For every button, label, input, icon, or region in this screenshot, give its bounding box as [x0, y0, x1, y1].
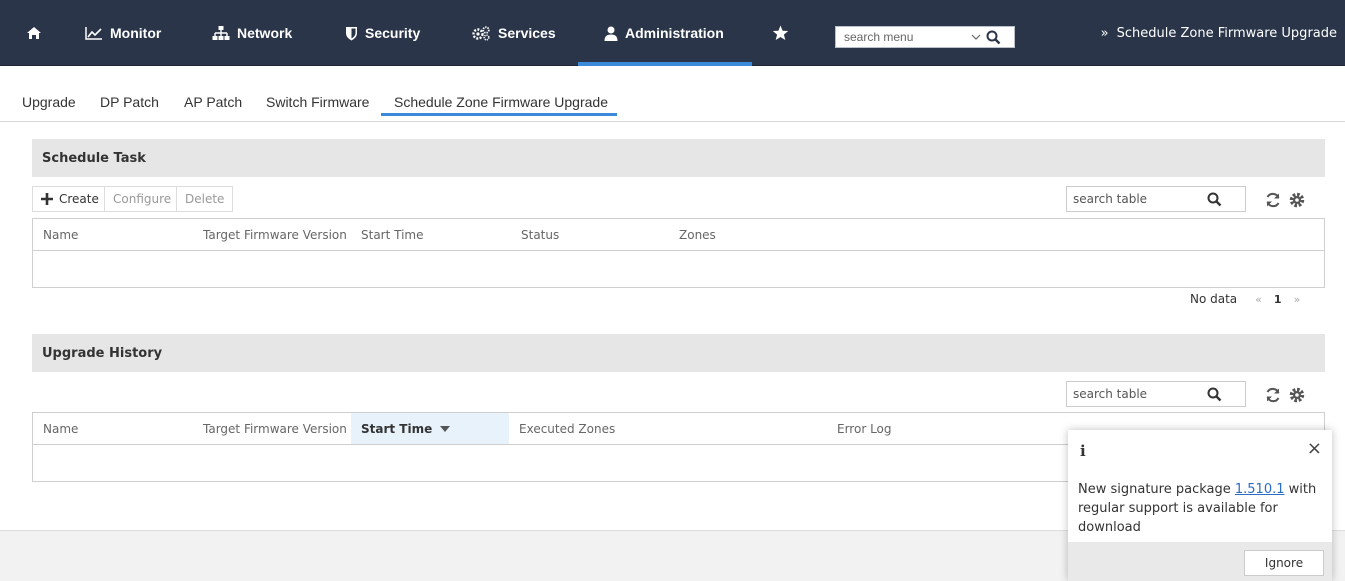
nav-services-label: Services: [498, 25, 556, 41]
ignore-button[interactable]: Ignore: [1244, 550, 1324, 576]
column-header-executed-zones[interactable]: Executed Zones: [519, 413, 615, 444]
table-body-empty: [33, 251, 1324, 287]
nav-network-label: Network: [237, 25, 293, 41]
user-icon: [604, 26, 618, 41]
network-icon: [212, 25, 230, 40]
gear-icon[interactable]: [1288, 386, 1306, 404]
pager-status: No data: [1190, 292, 1238, 306]
favorites-star-icon[interactable]: [772, 0, 796, 66]
notification-message-prefix: New signature package: [1078, 482, 1235, 497]
chart-line-icon: [85, 27, 102, 40]
table-header-row: Name Target Firmware Version Start Time …: [33, 219, 1324, 251]
upgrade-history-title: Upgrade History: [42, 345, 163, 361]
nav-administration[interactable]: Administration: [578, 0, 752, 66]
gear-icon[interactable]: [1288, 191, 1306, 209]
nav-network[interactable]: Network: [212, 0, 292, 66]
column-header-status[interactable]: Status: [521, 219, 559, 250]
schedule-search-field[interactable]: [1066, 186, 1246, 212]
schedule-task-title: Schedule Task: [42, 150, 146, 166]
tab-schedule-zone-firmware-upgrade[interactable]: Schedule Zone Firmware Upgrade: [394, 94, 608, 110]
search-icon[interactable]: [1207, 192, 1222, 207]
breadcrumb-arrow: »: [1100, 25, 1109, 41]
search-menu-field[interactable]: [835, 26, 1015, 48]
delete-button[interactable]: Delete: [176, 186, 234, 212]
create-button-label: Create: [59, 192, 99, 206]
column-header-name[interactable]: Name: [43, 219, 78, 250]
nav-security-label: Security: [365, 25, 421, 41]
nav-monitor[interactable]: Monitor: [85, 0, 161, 66]
column-header-start-time[interactable]: Start Time: [361, 219, 424, 250]
column-header-error-log[interactable]: Error Log: [837, 413, 892, 444]
delete-button-label: Delete: [185, 192, 225, 206]
breadcrumb-current: Schedule Zone Firmware Upgrade: [1116, 25, 1337, 41]
tab-ap-patch[interactable]: AP Patch: [184, 94, 242, 110]
tab-upgrade[interactable]: Upgrade: [22, 94, 76, 110]
plus-icon: [41, 193, 53, 205]
column-header-name[interactable]: Name: [43, 413, 78, 444]
breadcrumb: » Schedule Zone Firmware Upgrade: [1101, 0, 1337, 66]
schedule-task-header: Schedule Task: [32, 139, 1325, 177]
pagination: No data « 1 »: [1190, 292, 1300, 306]
chevron-down-icon[interactable]: [970, 33, 982, 41]
active-tab-indicator: [381, 113, 617, 116]
tab-switch-firmware[interactable]: Switch Firmware: [266, 94, 369, 110]
home-icon[interactable]: [26, 0, 49, 66]
shield-icon: [346, 26, 357, 40]
create-button[interactable]: Create: [32, 186, 108, 212]
pager-next-button[interactable]: »: [1294, 293, 1301, 306]
info-icon: i: [1080, 442, 1086, 460]
sort-descending-icon: [440, 425, 451, 432]
gears-icon: [472, 25, 490, 41]
pager-prev-button[interactable]: «: [1255, 293, 1262, 306]
pager-current-page[interactable]: 1: [1274, 293, 1282, 306]
notification-footer: Ignore: [1068, 542, 1332, 581]
notification-popup: i × New signature package 1.510.1 with r…: [1068, 430, 1332, 581]
column-header-zones[interactable]: Zones: [679, 219, 716, 250]
notification-message: New signature package 1.510.1 with regul…: [1078, 480, 1318, 537]
refresh-icon[interactable]: [1264, 191, 1282, 209]
column-header-target-firmware-version[interactable]: Target Firmware Version: [203, 219, 347, 250]
nav-administration-label: Administration: [625, 25, 724, 41]
top-navigation-bar: Monitor Network Security Services Admini…: [0, 0, 1345, 66]
history-search-input[interactable]: [1067, 387, 1207, 401]
signature-version-link[interactable]: 1.510.1: [1235, 482, 1285, 497]
upgrade-history-header: Upgrade History: [32, 334, 1325, 372]
refresh-icon[interactable]: [1264, 386, 1282, 404]
column-header-start-time[interactable]: Start Time: [351, 413, 509, 444]
search-icon[interactable]: [1207, 387, 1222, 402]
subtabs-bar: Upgrade DP Patch AP Patch Switch Firmwar…: [0, 66, 1345, 122]
search-menu-input[interactable]: [836, 28, 956, 46]
schedule-search-input[interactable]: [1067, 192, 1207, 206]
nav-security[interactable]: Security: [345, 0, 420, 66]
configure-button-label: Configure: [113, 192, 172, 206]
column-header-target-firmware-version[interactable]: Target Firmware Version: [203, 413, 347, 444]
schedule-task-table: Name Target Firmware Version Start Time …: [32, 218, 1325, 288]
history-search-field[interactable]: [1066, 381, 1246, 407]
nav-services[interactable]: Services: [471, 0, 556, 66]
column-header-start-time-label: Start Time: [361, 421, 433, 436]
nav-monitor-label: Monitor: [110, 25, 162, 41]
close-icon[interactable]: ×: [1307, 440, 1322, 458]
notification-header: i ×: [1068, 430, 1332, 470]
search-icon[interactable]: [986, 30, 1001, 45]
configure-button[interactable]: Configure: [104, 186, 181, 212]
tab-dp-patch[interactable]: DP Patch: [100, 94, 159, 110]
